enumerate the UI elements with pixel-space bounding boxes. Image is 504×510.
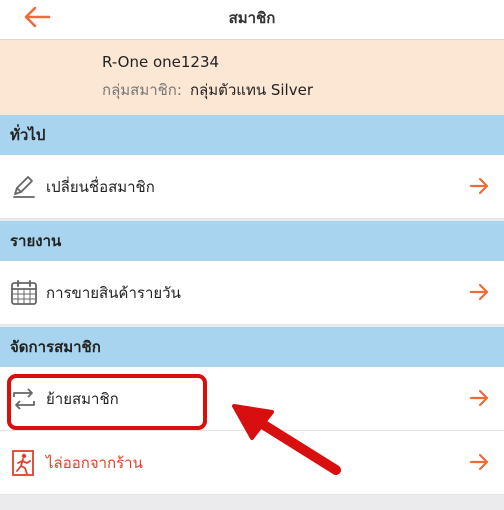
member-group-label: กลุ่มสมาชิก: bbox=[102, 81, 182, 99]
arrow-right-icon bbox=[468, 281, 490, 303]
rename-member-row[interactable]: เปลี่ยนชื่อสมาชิก bbox=[0, 155, 504, 219]
arrow-right-icon bbox=[468, 387, 490, 409]
kick-from-shop-label: ไล่ออกจากร้าน bbox=[46, 454, 143, 472]
member-name: R-One one1234 bbox=[102, 53, 220, 71]
section-header-report: รายงาน bbox=[0, 221, 504, 261]
exit-icon bbox=[10, 449, 38, 477]
section-header-general: ทั่วไป bbox=[0, 115, 504, 155]
arrow-right-icon bbox=[468, 451, 490, 473]
rename-member-label: เปลี่ยนชื่อสมาชิก bbox=[46, 178, 155, 196]
page-title: สมาชิก bbox=[228, 9, 276, 27]
edit-icon bbox=[10, 173, 38, 201]
daily-sales-row[interactable]: การขายสินค้ารายวัน bbox=[0, 261, 504, 325]
member-profile: R-One one1234 กลุ่มสมาชิก: กลุ่มตัวแทน Si… bbox=[0, 40, 504, 115]
member-group: กลุ่มสมาชิก: กลุ่มตัวแทน Silver bbox=[102, 78, 313, 102]
move-member-label: ย้ายสมาชิก bbox=[46, 390, 119, 408]
calendar-icon bbox=[10, 279, 38, 307]
transfer-icon bbox=[10, 385, 38, 413]
arrow-right-icon bbox=[468, 175, 490, 197]
member-group-value: กลุ่มตัวแทน Silver bbox=[189, 81, 313, 99]
section-header-manage-members: จัดการสมาชิก bbox=[0, 327, 504, 367]
kick-from-shop-row[interactable]: ไล่ออกจากร้าน bbox=[0, 431, 504, 495]
top-bar: สมาชิก bbox=[0, 0, 504, 40]
move-member-row[interactable]: ย้ายสมาชิก bbox=[0, 367, 504, 431]
daily-sales-label: การขายสินค้ารายวัน bbox=[46, 284, 181, 302]
